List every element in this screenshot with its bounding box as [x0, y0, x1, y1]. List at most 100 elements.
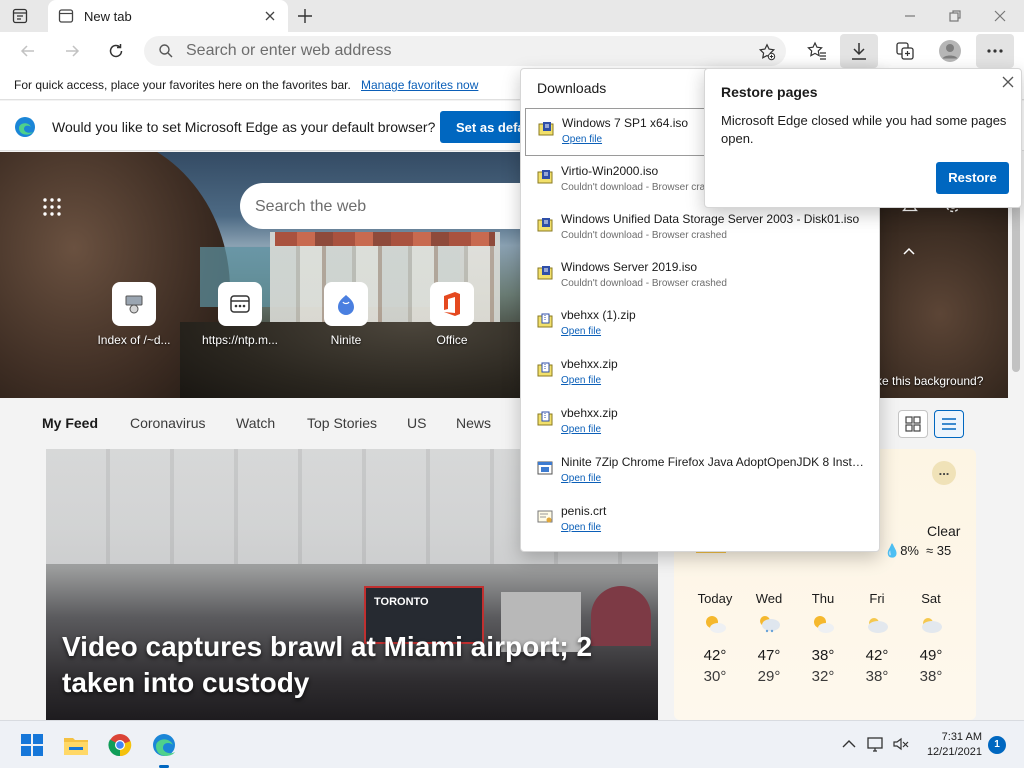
forecast-high: 38°	[811, 647, 835, 664]
forecast-low: 29°	[757, 668, 781, 685]
more-icon	[987, 49, 1003, 53]
zip-file-icon	[537, 411, 553, 426]
download-filename: Windows Unified Data Storage Server 2003…	[561, 212, 860, 226]
forecast-day[interactable]: Fri 42° 38°	[850, 591, 904, 685]
quick-link-tile[interactable]: Ninite	[304, 282, 388, 347]
favorites-bar-message: For quick access, place your favorites h…	[14, 78, 351, 92]
web-search-box[interactable]: Search the web	[240, 183, 540, 229]
download-item[interactable]: vbehxx.zip Open file	[525, 399, 875, 447]
page-scrollbar[interactable]	[1008, 152, 1024, 720]
manage-favorites-link[interactable]: Manage favorites now	[361, 78, 478, 92]
tab-news[interactable]: News	[456, 415, 491, 431]
download-filename: penis.crt	[561, 504, 607, 518]
default-browser-message: Would you like to set Microsoft Edge as …	[52, 119, 436, 135]
restore-button[interactable]: Restore	[936, 162, 1009, 194]
network-icon[interactable]	[866, 735, 884, 753]
cloudy-icon	[868, 618, 888, 633]
settings-more-button[interactable]	[976, 34, 1014, 68]
back-icon[interactable]	[18, 41, 38, 61]
open-file-link[interactable]: Open file	[561, 326, 601, 337]
downloads-button[interactable]	[840, 34, 878, 68]
humidity-value: 8%	[900, 543, 919, 558]
iso-file-icon	[538, 122, 554, 136]
web-search-placeholder: Search the web	[255, 198, 367, 215]
grid-view-button[interactable]	[898, 410, 928, 438]
forward-icon[interactable]	[62, 41, 82, 61]
close-icon[interactable]	[1001, 75, 1015, 89]
close-window-icon[interactable]	[990, 6, 1010, 26]
quick-link-tile[interactable]: https://ntp.m...	[198, 282, 282, 347]
list-view-button[interactable]	[934, 410, 964, 438]
favorites-icon[interactable]	[806, 40, 828, 62]
toolbar	[0, 32, 1024, 70]
minimize-icon[interactable]	[900, 6, 920, 26]
open-file-link[interactable]: Open file	[561, 424, 601, 435]
background-question[interactable]: ke this background?	[876, 374, 983, 388]
start-icon[interactable]	[16, 729, 48, 761]
collections-icon[interactable]	[894, 40, 916, 62]
open-file-link[interactable]: Open file	[562, 134, 602, 145]
new-tab-icon[interactable]	[296, 7, 314, 25]
file-explorer-icon[interactable]	[60, 729, 92, 761]
download-status: Couldn't download - Browser crashed	[561, 182, 727, 193]
forecast-day-label: Sat	[921, 591, 941, 606]
tab-coronavirus[interactable]: Coronavirus	[130, 415, 205, 431]
open-file-link[interactable]: Open file	[561, 522, 601, 533]
chevron-up-icon[interactable]	[902, 246, 916, 256]
weather-more-button[interactable]: ...	[932, 461, 956, 485]
tab-my-feed[interactable]: My Feed	[42, 415, 98, 431]
system-clock[interactable]: 7:31 AM 12/21/2021	[916, 730, 982, 760]
article-headline[interactable]: Video captures brawl at Miami airport; 2…	[62, 629, 622, 701]
download-item[interactable]: vbehxx (1).zip Open file	[525, 301, 875, 349]
quick-link-tile[interactable]: Office	[410, 282, 494, 347]
quick-link-label: Office	[436, 333, 468, 347]
download-item[interactable]: Ninite 7Zip Chrome Firefox Java AdoptOpe…	[525, 448, 875, 496]
tab-us[interactable]: US	[407, 415, 426, 431]
forecast-day-label: Today	[697, 591, 733, 606]
download-item[interactable]: Windows Server 2019.iso Couldn't downloa…	[525, 253, 875, 301]
forecast-day[interactable]: Thu 38° 32°	[796, 591, 850, 685]
partly-sunny-icon	[706, 616, 726, 633]
wind-value: 35	[936, 543, 952, 558]
download-filename: Windows Server 2019.iso	[561, 260, 698, 274]
forecast-low: 38°	[865, 668, 889, 685]
quick-link-tile[interactable]: Index of /~d...	[92, 282, 176, 347]
chevron-up-icon[interactable]	[840, 735, 858, 753]
download-item[interactable]: penis.crt Open file	[525, 497, 875, 545]
partly-sunny-icon	[814, 616, 834, 633]
tab-actions-icon[interactable]	[12, 8, 28, 24]
avatar[interactable]	[938, 39, 962, 63]
refresh-icon[interactable]	[106, 41, 126, 61]
iso-file-icon	[537, 170, 553, 184]
chrome-icon[interactable]	[104, 729, 136, 761]
address-bar[interactable]	[144, 36, 786, 66]
forecast-day[interactable]: Sat 49° 38°	[904, 591, 958, 685]
open-file-link[interactable]: Open file	[561, 473, 601, 484]
tab-new-tab[interactable]: New tab	[48, 0, 288, 32]
weather-humidity: 💧8%	[884, 543, 919, 559]
add-favorite-icon[interactable]	[758, 43, 776, 61]
forecast-low: 38°	[919, 668, 943, 685]
tab-watch[interactable]: Watch	[236, 415, 275, 431]
downloads-title: Downloads	[537, 80, 607, 96]
forecast-low: 30°	[703, 668, 727, 685]
download-item[interactable]: vbehxx.zip Open file	[525, 350, 875, 398]
tab-top-stories[interactable]: Top Stories	[307, 415, 377, 431]
forecast-day-label: Thu	[811, 591, 835, 606]
edge-taskbar-button[interactable]	[148, 729, 180, 768]
open-file-link[interactable]: Open file	[561, 375, 601, 386]
download-status: Couldn't download - Browser crashed	[561, 278, 727, 289]
download-status: Couldn't download - Browser crashed	[561, 230, 727, 241]
address-input[interactable]	[186, 40, 746, 62]
restore-window-icon[interactable]	[945, 6, 965, 26]
apps-launcher-icon[interactable]	[42, 197, 62, 217]
restore-pages-dialog: Restore pages Microsoft Edge closed whil…	[704, 68, 1022, 208]
volume-muted-icon[interactable]	[892, 735, 910, 753]
forecast-day[interactable]: Wed 47° 29°	[742, 591, 796, 685]
tab-title: New tab	[84, 9, 132, 24]
download-item[interactable]: Windows Unified Data Storage Server 2003…	[525, 205, 875, 253]
server-icon	[125, 295, 143, 314]
notification-badge[interactable]: 1	[988, 736, 1006, 754]
close-tab-icon[interactable]	[262, 8, 278, 24]
forecast-day[interactable]: Today 42° 30°	[688, 591, 742, 685]
